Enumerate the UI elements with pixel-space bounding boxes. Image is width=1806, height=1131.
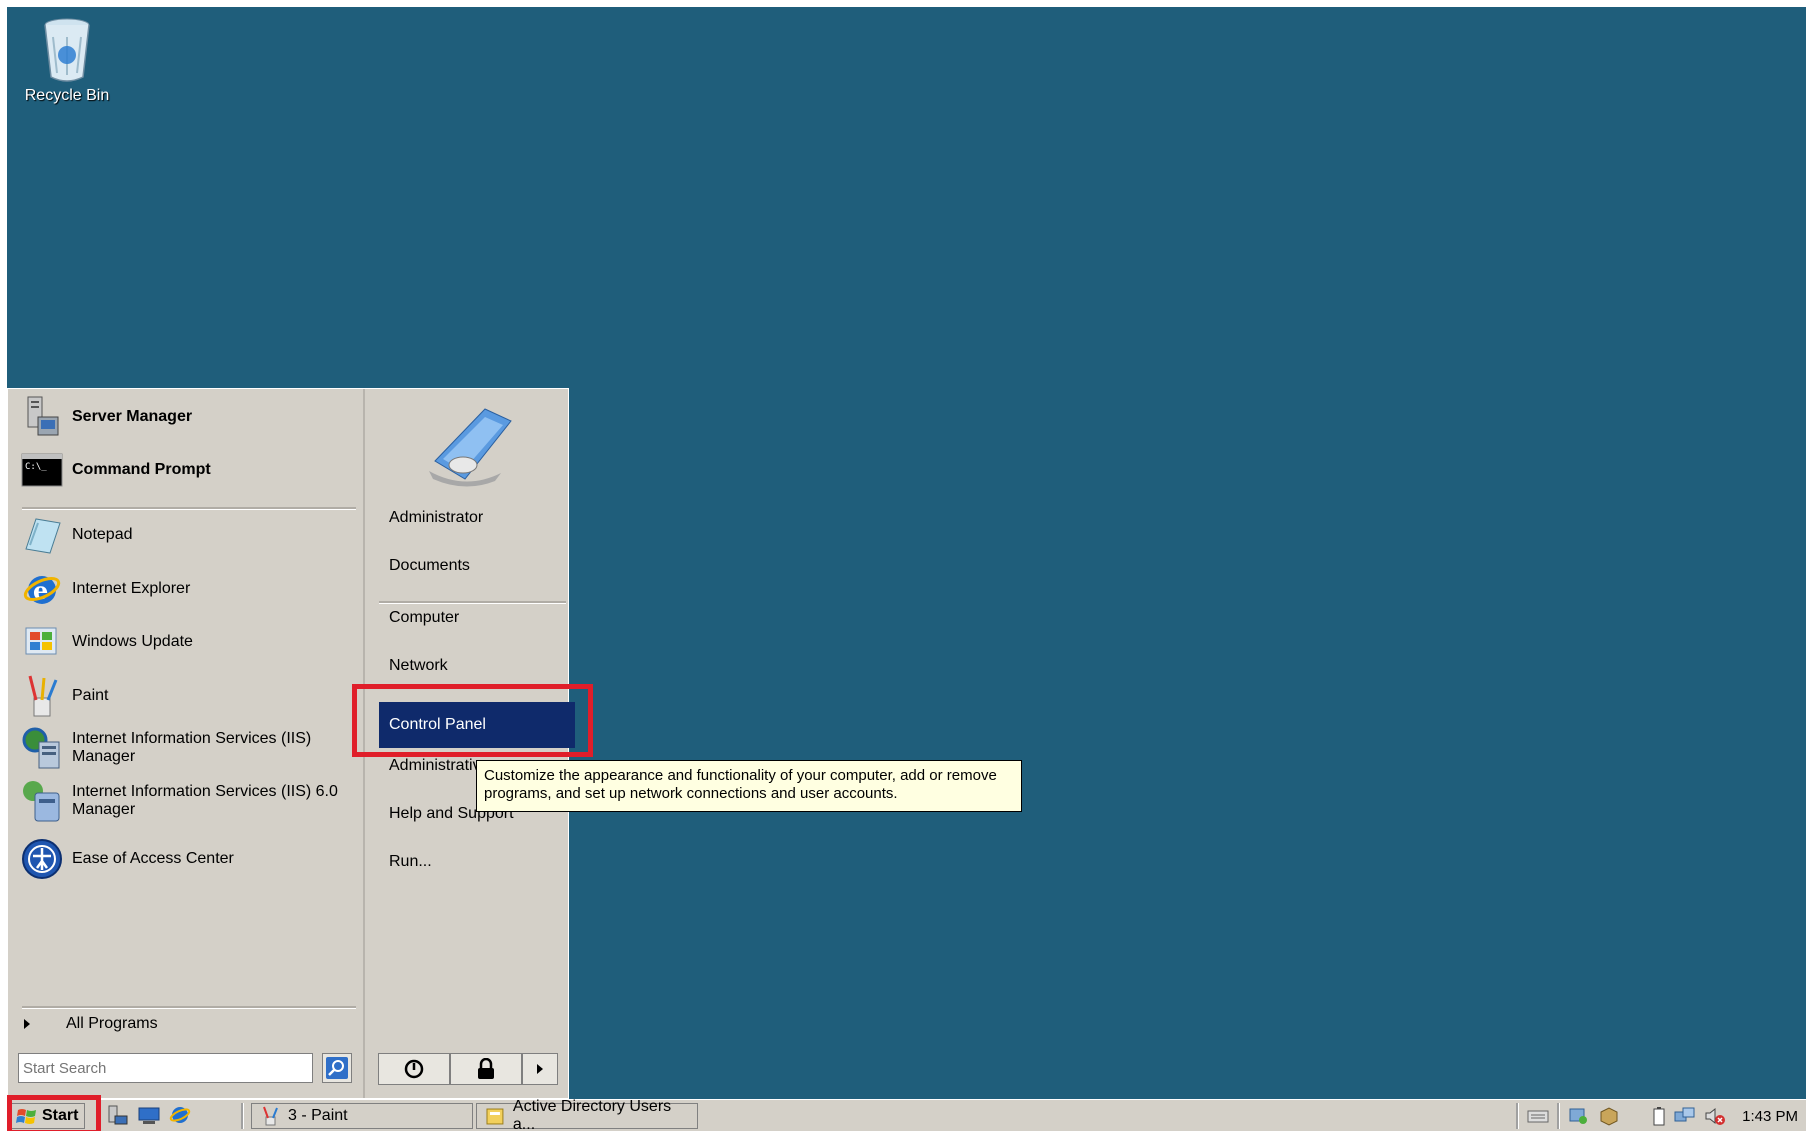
control-panel-callout [352, 684, 593, 757]
program-label: Internet Explorer [72, 580, 191, 597]
server-manager-icon[interactable] [107, 1104, 129, 1126]
program-label: Paint [72, 687, 109, 704]
program-label: Ease of Access Center [72, 850, 234, 867]
internet-explorer-icon[interactable] [169, 1104, 191, 1126]
user-picture-icon[interactable] [425, 401, 515, 487]
pinned-label: Server Manager [72, 408, 193, 425]
menu-computer[interactable]: Computer [389, 609, 459, 627]
system-tray: 1:43 PM [1516, 1103, 1798, 1129]
power-button[interactable] [378, 1053, 450, 1085]
tray-separator [1557, 1103, 1561, 1129]
ease-of-access-icon [20, 837, 64, 881]
arrow-right-icon [24, 1019, 30, 1029]
tooltip-line2: programs, and set up network connections… [484, 785, 898, 802]
all-programs-separator [22, 1006, 356, 1009]
program-iis6-manager[interactable]: Internet Information Services (IIS) 6.0 … [20, 776, 338, 826]
menu-administrative-tools[interactable]: Administrativ [389, 757, 481, 775]
shutdown-options-button[interactable] [522, 1053, 558, 1085]
taskbar-separator [241, 1103, 244, 1129]
notepad-icon [20, 513, 64, 557]
program-label: Windows Update [72, 633, 193, 650]
show-desktop-icon[interactable] [137, 1104, 161, 1126]
svg-text:C:\_: C:\_ [25, 462, 47, 472]
taskbar: Start 3 - Paint Active Directory Users a… [7, 1098, 1806, 1131]
clock[interactable]: 1:43 PM [1742, 1108, 1798, 1125]
all-programs-button[interactable]: All Programs [24, 1015, 158, 1033]
battery-icon[interactable] [1652, 1106, 1666, 1126]
tooltip-line1: Customize the appearance and functionali… [484, 767, 997, 784]
start-button-callout [7, 1095, 101, 1131]
task-label: Active Directory Users a... [512, 1098, 672, 1131]
task-active-directory[interactable]: Active Directory Users a... [476, 1098, 698, 1131]
recycle-bin-icon [44, 18, 90, 82]
iis-icon [20, 726, 64, 770]
package-icon[interactable] [1598, 1106, 1620, 1126]
program-label-line1: Internet Information Services (IIS) 6.0 [72, 783, 338, 800]
server-manager-icon [20, 395, 64, 439]
tray-separator [1516, 1103, 1520, 1129]
power-icon [404, 1059, 424, 1079]
network-settings-icon[interactable] [1568, 1106, 1590, 1126]
arrow-right-icon [537, 1064, 543, 1074]
program-notepad[interactable]: Notepad [20, 510, 133, 560]
recycle-bin[interactable]: Recycle Bin [17, 15, 117, 105]
recycle-bin-label: Recycle Bin [24, 87, 110, 104]
program-label-line1: Internet Information Services (IIS) [72, 730, 312, 747]
program-label-line2: Manager [72, 801, 136, 818]
all-programs-label: All Programs [66, 1015, 158, 1032]
volume-muted-icon[interactable] [1704, 1106, 1726, 1126]
iis6-icon [20, 779, 64, 823]
folder-icon [486, 1108, 504, 1125]
program-label: Internet Information Services (IIS) Mana… [72, 730, 311, 766]
paint-icon [263, 1106, 278, 1126]
quick-launch [107, 1104, 191, 1126]
program-label: Internet Information Services (IIS) 6.0 … [72, 783, 338, 819]
network-connection-icon[interactable] [1674, 1106, 1696, 1126]
desktop: Recycle Bin Server Manager C:\_ Command … [7, 7, 1806, 1131]
command-prompt-icon: C:\_ [20, 448, 64, 492]
program-label: Notepad [72, 526, 133, 543]
paint-icon [20, 674, 64, 718]
windows-update-icon [20, 620, 64, 664]
program-iis-manager[interactable]: Internet Information Services (IIS) Mana… [20, 723, 311, 773]
menu-network[interactable]: Network [389, 657, 448, 675]
start-search-input[interactable] [18, 1053, 313, 1083]
menu-run[interactable]: Run... [389, 853, 432, 871]
task-label: 3 - Paint [288, 1107, 348, 1124]
pinned-server-manager[interactable]: Server Manager [20, 392, 192, 442]
internet-explorer-icon: e [20, 567, 64, 611]
pinned-label: Command Prompt [72, 461, 211, 478]
search-icon [326, 1057, 348, 1079]
program-label-line2: Manager [72, 748, 136, 765]
lock-icon [478, 1058, 494, 1079]
program-paint[interactable]: Paint [20, 671, 108, 721]
menu-administrator[interactable]: Administrator [389, 509, 483, 527]
menu-documents[interactable]: Documents [389, 557, 470, 575]
search-button[interactable] [322, 1053, 352, 1083]
pinned-command-prompt[interactable]: C:\_ Command Prompt [20, 445, 211, 495]
program-internet-explorer[interactable]: e Internet Explorer [20, 564, 190, 614]
program-windows-update[interactable]: Windows Update [20, 617, 193, 667]
task-paint[interactable]: 3 - Paint [251, 1103, 473, 1129]
control-panel-tooltip: Customize the appearance and functionali… [476, 760, 1022, 812]
lock-button[interactable] [450, 1053, 522, 1085]
keyboard-icon[interactable] [1527, 1106, 1549, 1126]
right-separator [379, 601, 566, 604]
start-menu-left-pane: Server Manager C:\_ Command Prompt Notep… [8, 389, 365, 1098]
program-ease-of-access[interactable]: Ease of Access Center [20, 834, 234, 884]
